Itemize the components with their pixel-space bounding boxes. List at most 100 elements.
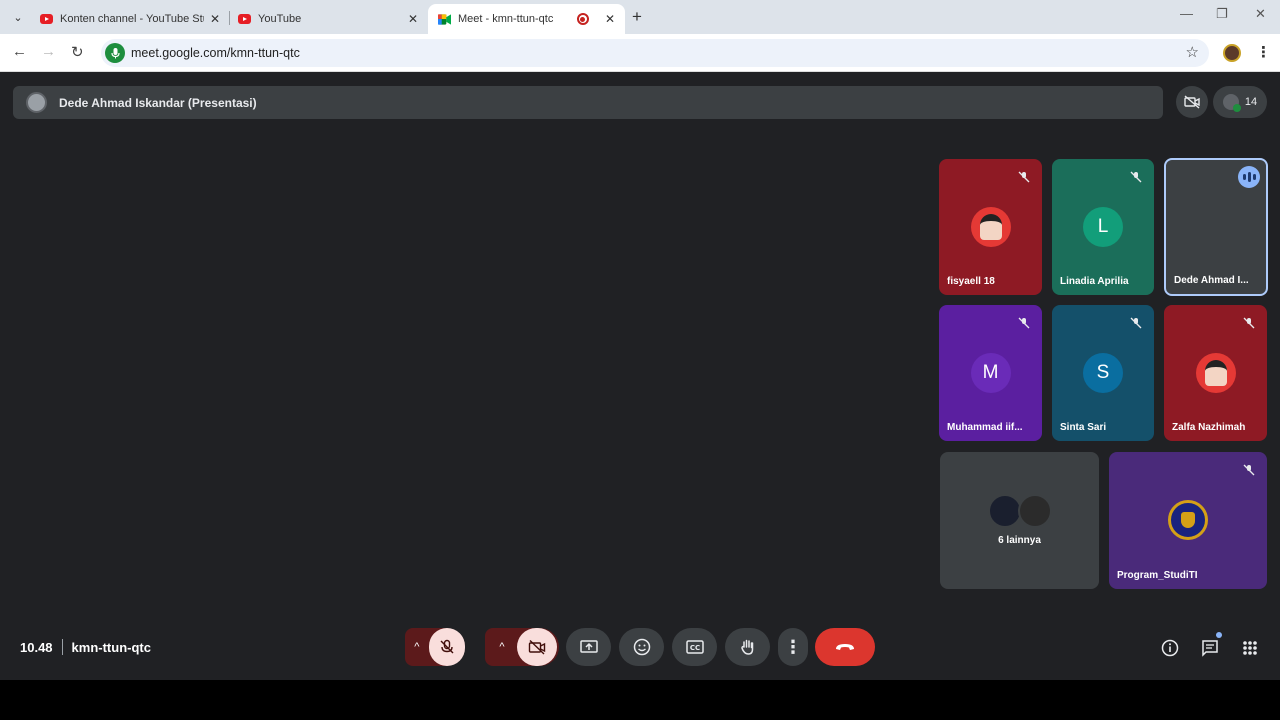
avatar bbox=[988, 494, 1022, 528]
recording-icon bbox=[576, 13, 589, 25]
participants-button[interactable]: 14 bbox=[1213, 86, 1267, 118]
window-close-icon[interactable]: ✕ bbox=[1255, 6, 1266, 22]
mic-off-icon bbox=[1126, 313, 1146, 333]
meeting-info: 10.48 kmn-ttun-qtc bbox=[20, 639, 151, 655]
profile-avatar[interactable] bbox=[1223, 44, 1241, 62]
others-avatars bbox=[988, 494, 1052, 528]
mic-in-use-icon[interactable] bbox=[105, 43, 125, 63]
svg-text:CC: CC bbox=[689, 644, 699, 652]
avatar bbox=[1195, 353, 1236, 393]
meeting-code: kmn-ttun-qtc bbox=[71, 639, 151, 655]
maximize-icon[interactable]: ❐ bbox=[1216, 6, 1228, 22]
avatar-initial: L bbox=[1097, 216, 1109, 237]
participant-name: Muhammad iif... bbox=[947, 422, 1023, 433]
captions-icon: CC bbox=[685, 640, 704, 654]
meet-main: Dede Ahmad Iskandar (Presentasi) 14 fisy… bbox=[0, 72, 1280, 680]
activities-grid-icon[interactable] bbox=[1240, 638, 1260, 658]
university-logo-icon bbox=[1168, 500, 1208, 540]
tab-title: Konten channel - YouTube Stud bbox=[60, 13, 204, 25]
participant-tile-muhammad[interactable]: M Muhammad iif... bbox=[939, 305, 1042, 441]
emoji-icon bbox=[633, 638, 650, 656]
participant-tile-program-studi[interactable]: Program_StudiTI bbox=[1109, 452, 1267, 589]
browser-tab-bar: ⌄ Konten channel - YouTube Stud ✕ YouTub… bbox=[0, 0, 1280, 34]
camera-control-group: ^ bbox=[485, 628, 559, 666]
new-tab-plus-icon[interactable]: + bbox=[632, 7, 642, 27]
youtube-icon bbox=[238, 14, 251, 24]
google-meet-icon bbox=[438, 13, 451, 25]
presenter-banner: Dede Ahmad Iskandar (Presentasi) bbox=[13, 86, 1163, 119]
captions-button[interactable]: CC bbox=[672, 628, 717, 666]
presenter-name: Dede Ahmad Iskandar (Presentasi) bbox=[59, 95, 257, 110]
mic-off-icon bbox=[1126, 167, 1146, 187]
mic-off-icon bbox=[1014, 167, 1034, 187]
camera-off-icon bbox=[528, 639, 546, 655]
mic-off-icon bbox=[1239, 313, 1259, 333]
others-count-label: 6 lainnya bbox=[998, 535, 1041, 546]
raise-hand-icon bbox=[740, 639, 753, 655]
mic-toggle-button[interactable] bbox=[428, 628, 465, 666]
mic-off-icon bbox=[1239, 460, 1259, 480]
browser-menu-icon[interactable]: ⋮ bbox=[1256, 43, 1271, 61]
chevron-up-icon[interactable]: ^ bbox=[487, 641, 517, 653]
mic-off-icon bbox=[440, 639, 454, 654]
camera-toggle-button[interactable] bbox=[517, 628, 557, 666]
youtube-icon bbox=[40, 14, 53, 24]
participant-tile-dede[interactable]: Dede Ahmad I... bbox=[1164, 158, 1268, 296]
participant-name: Linadia Aprilia bbox=[1060, 276, 1129, 287]
emoji-reaction-button[interactable] bbox=[619, 628, 664, 666]
avatar: L bbox=[1083, 207, 1123, 247]
participant-tile-others[interactable]: 6 lainnya bbox=[940, 452, 1099, 589]
camera-off-icon[interactable] bbox=[1176, 86, 1208, 118]
participant-tile-fisyaell[interactable]: fisyaell 18 bbox=[939, 159, 1042, 295]
present-screen-button[interactable] bbox=[566, 628, 611, 666]
close-icon[interactable]: ✕ bbox=[408, 12, 418, 26]
tab-meet[interactable]: Meet - kmn-ttun-qtc ✕ bbox=[428, 4, 625, 34]
url-omnibox[interactable]: meet.google.com/kmn-ttun-qtc ☆ bbox=[101, 39, 1209, 67]
avatar bbox=[970, 207, 1011, 247]
bookmark-star-icon[interactable]: ☆ bbox=[1186, 43, 1199, 61]
close-icon[interactable]: ✕ bbox=[210, 12, 220, 26]
participant-tile-linadia[interactable]: L Linadia Aprilia bbox=[1052, 159, 1154, 295]
avatar-initial: S bbox=[1096, 362, 1110, 383]
minimize-icon[interactable]: — bbox=[1180, 6, 1193, 21]
presenter-avatar bbox=[26, 92, 47, 113]
letterbox-bar bbox=[0, 680, 1280, 720]
participant-count: 14 bbox=[1244, 96, 1258, 108]
participant-tile-zalfa[interactable]: Zalfa Nazhimah bbox=[1164, 305, 1267, 441]
present-screen-icon bbox=[579, 640, 598, 653]
participant-name: Sinta Sari bbox=[1060, 422, 1107, 433]
tab-title: Meet - kmn-ttun-qtc bbox=[458, 13, 554, 25]
chevron-up-icon[interactable]: ^ bbox=[405, 641, 429, 653]
clock-time: 10.48 bbox=[20, 639, 53, 655]
tab-youtube-studio[interactable]: Konten channel - YouTube Stud ✕ bbox=[30, 4, 230, 34]
avatar bbox=[1018, 494, 1052, 528]
mic-control-group: ^ bbox=[405, 628, 465, 666]
hang-up-icon bbox=[836, 644, 854, 650]
tab-title: YouTube bbox=[258, 13, 302, 25]
tab-youtube[interactable]: YouTube ✕ bbox=[228, 4, 428, 34]
participants-avatars-icon bbox=[1222, 94, 1241, 112]
more-vert-icon: ⋮ bbox=[784, 636, 802, 657]
raise-hand-button[interactable] bbox=[725, 628, 770, 666]
avatar-initial: M bbox=[982, 362, 999, 383]
chat-icon[interactable] bbox=[1200, 632, 1222, 658]
meeting-details-info-icon[interactable] bbox=[1160, 638, 1180, 658]
more-options-button[interactable]: ⋮ bbox=[778, 628, 808, 666]
reload-icon[interactable]: ↻ bbox=[71, 43, 84, 61]
participant-name: Dede Ahmad I... bbox=[1174, 275, 1249, 286]
speaking-indicator-icon bbox=[1238, 166, 1260, 188]
leave-call-button[interactable] bbox=[815, 628, 875, 666]
tab-search-chevron-icon[interactable]: ⌄ bbox=[8, 7, 28, 27]
close-icon[interactable]: ✕ bbox=[605, 12, 615, 26]
participant-tile-sinta[interactable]: S Sinta Sari bbox=[1052, 305, 1154, 441]
address-bar: ← → ↻ meet.google.com/kmn-ttun-qtc ☆ bbox=[0, 34, 1280, 72]
back-arrow-icon[interactable]: ← bbox=[12, 43, 27, 60]
divider bbox=[61, 639, 63, 655]
avatar: S bbox=[1083, 353, 1123, 393]
url-text: meet.google.com/kmn-ttun-qtc bbox=[131, 46, 300, 60]
mic-off-icon bbox=[1014, 313, 1034, 333]
participant-name: Program_StudiTI bbox=[1117, 570, 1198, 581]
forward-arrow-icon[interactable]: → bbox=[41, 43, 56, 60]
chat-notification-dot bbox=[1216, 632, 1222, 638]
avatar: M bbox=[970, 353, 1011, 393]
